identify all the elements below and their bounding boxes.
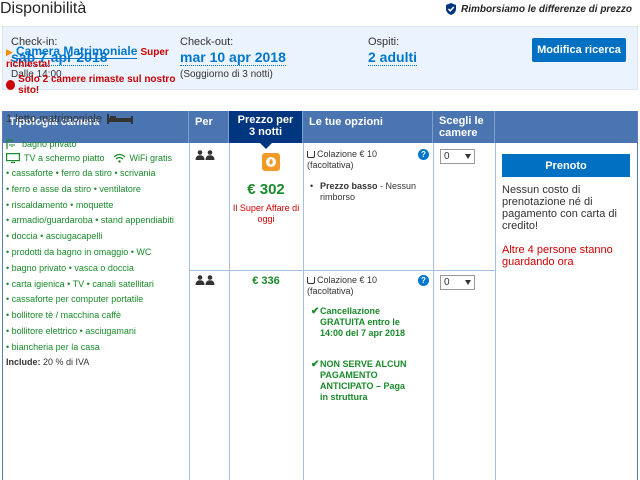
column-divider — [495, 143, 496, 480]
policy-bold: Prezzo basso — [320, 181, 378, 191]
checkout-date[interactable]: mar 10 apr 2018 — [180, 49, 286, 66]
scarcity-text: Solo 2 camere rimaste sul nostro sito! — [18, 74, 176, 96]
question-icon[interactable]: ? — [418, 149, 429, 160]
offer-1-policy: • Prezzo basso - Nessun rimborso — [310, 181, 420, 203]
watching-note: Altre 4 persone stanno guardando ora — [502, 244, 613, 268]
two-persons-icon — [195, 275, 215, 285]
question-icon[interactable]: ? — [418, 275, 429, 286]
checkmark-shield-icon — [446, 3, 457, 15]
no-prepayment: ✔ NON SERVE ALCUN PAGAMENTO ANTICIPATO –… — [311, 359, 410, 403]
guests-label: Ospiti: — [368, 36, 400, 48]
bed-text: 1 letto matrimoniale — [6, 113, 102, 125]
coffee-cup-icon — [307, 151, 315, 158]
offer-1-breakfast: Colazione € 10 (facoltativa) — [307, 149, 412, 171]
bullet: • — [310, 181, 314, 191]
amenity-line: • armadio/guardaroba • stand appendiabit… — [6, 215, 174, 226]
scarcity-note: Solo 2 camere rimaste sul nostro sito! — [6, 74, 184, 96]
arrow-right-icon: ▶ — [6, 47, 13, 57]
guests-block: Ospiti: 2 adulti — [368, 36, 418, 66]
coffee-cup-icon — [307, 277, 315, 284]
th-options: Le tue opzioni — [303, 111, 433, 143]
th-per: Per — [189, 111, 229, 143]
th-price: Prezzo per 3 notti — [229, 111, 303, 149]
breakfast-text: Colazione € 10 (facoltativa) — [307, 275, 378, 296]
deal-flame-icon — [262, 153, 280, 171]
prepay-text: NON SERVE ALCUN PAGAMENTO ANTICIPATO – P… — [320, 359, 407, 402]
guests-value[interactable]: 2 adulti — [368, 49, 418, 66]
amenity-line: • carta igienica • TV • canali satellita… — [6, 278, 154, 289]
price-guarantee-label: Rimborsiamo le differenze di prezzo — [461, 3, 632, 15]
amenity-line: • biancheria per la casa — [6, 341, 100, 352]
shower-icon — [6, 139, 15, 149]
modify-search-button[interactable]: Modifica ricerca — [532, 38, 626, 62]
price-guarantee[interactable]: Rimborsiamo le differenze di prezzo — [445, 3, 632, 15]
stay-length: (Soggiorno di 3 notti) — [180, 69, 273, 80]
amenity-line: • bollitore elettrico • asciugamani — [6, 325, 136, 336]
room-quantity-select[interactable]: 0 — [440, 149, 475, 164]
amenity-line: • bollitore tè / macchina caffè — [6, 310, 122, 321]
amenity-line: • prodotti da bagno in omaggio • WC — [6, 246, 152, 257]
offer-1-price: € 302 — [247, 181, 285, 198]
deal-of-day: Il Super Affare di oggi — [232, 203, 300, 224]
free-cancellation: ✔ Cancellazione GRATUITA entro le 14:00 … — [311, 306, 410, 339]
checkmark-icon: ✔ — [311, 306, 320, 317]
tax-include: Include: 20 % di IVA — [6, 357, 89, 367]
cancel-text: Cancellazione GRATUITA entro le 14:00 de… — [320, 306, 406, 338]
amenity-list: • cassaforte • ferro da stiro • scrivani… — [6, 166, 184, 356]
amenity-line: • bagno privato • vasca o doccia — [6, 262, 134, 273]
amenity-line: • ferro e asse da stiro • ventilatore — [6, 183, 141, 194]
column-divider — [303, 143, 304, 480]
column-divider — [189, 143, 190, 480]
book-button[interactable]: Prenoto — [502, 154, 630, 177]
amenity-bath: bagno privato — [6, 139, 184, 149]
checkout-label: Check-out: — [180, 36, 234, 48]
breakfast-text: Colazione € 10 (facoltativa) — [307, 149, 378, 170]
wifi-icon — [113, 153, 125, 163]
room-quantity-select[interactable]: 0 — [440, 275, 475, 290]
amenity-line: • doccia • asciugacapelli — [6, 231, 103, 242]
row-divider — [189, 270, 495, 271]
checkmark-icon: ✔ — [311, 359, 320, 370]
offer-2-price: € 336 — [252, 275, 280, 287]
amenity-line: • cassaforte per computer portatile — [6, 294, 144, 305]
amenity-line: • riscaldamento • moquette — [6, 199, 114, 210]
no-fee-note: Nessun costo di prenotazione né di pagam… — [502, 184, 617, 232]
checkout-block: Check-out: mar 10 apr 2018 (Soggiorno di… — [180, 36, 286, 80]
th-book — [495, 111, 637, 143]
amenity-line: • cassaforte • ferro da stiro • scrivani… — [6, 168, 156, 178]
th-choose: Scegli le camere — [433, 111, 495, 143]
amenity-tv-label: TV a schermo piatto — [24, 153, 105, 163]
offer-2-breakfast: Colazione € 10 (facoltativa) — [307, 275, 412, 297]
page-title: Disponibilità — [0, 0, 87, 17]
room-name-link[interactable]: Camera Matrimoniale — [15, 44, 138, 59]
clock-icon — [6, 80, 16, 90]
two-persons-icon — [195, 150, 215, 160]
amenity-bath-label: bagno privato — [22, 139, 77, 149]
amenity-wifi-label: WiFi gratis — [129, 153, 173, 163]
bed-info: 1 letto matrimoniale — [6, 113, 184, 125]
include-value: 20 % di IVA — [43, 357, 90, 367]
room-info: ▶ Camera Matrimoniale Super richiesta! S… — [6, 44, 184, 356]
bed-icon — [107, 114, 133, 124]
tv-icon — [6, 153, 20, 163]
column-divider — [433, 143, 434, 480]
amenity-tv-wifi: TV a schermo piatto WiFi gratis — [6, 153, 184, 163]
include-label: Include: — [6, 357, 41, 367]
key-amenities: bagno privato TV a schermo piatto WiFi g… — [6, 139, 184, 163]
